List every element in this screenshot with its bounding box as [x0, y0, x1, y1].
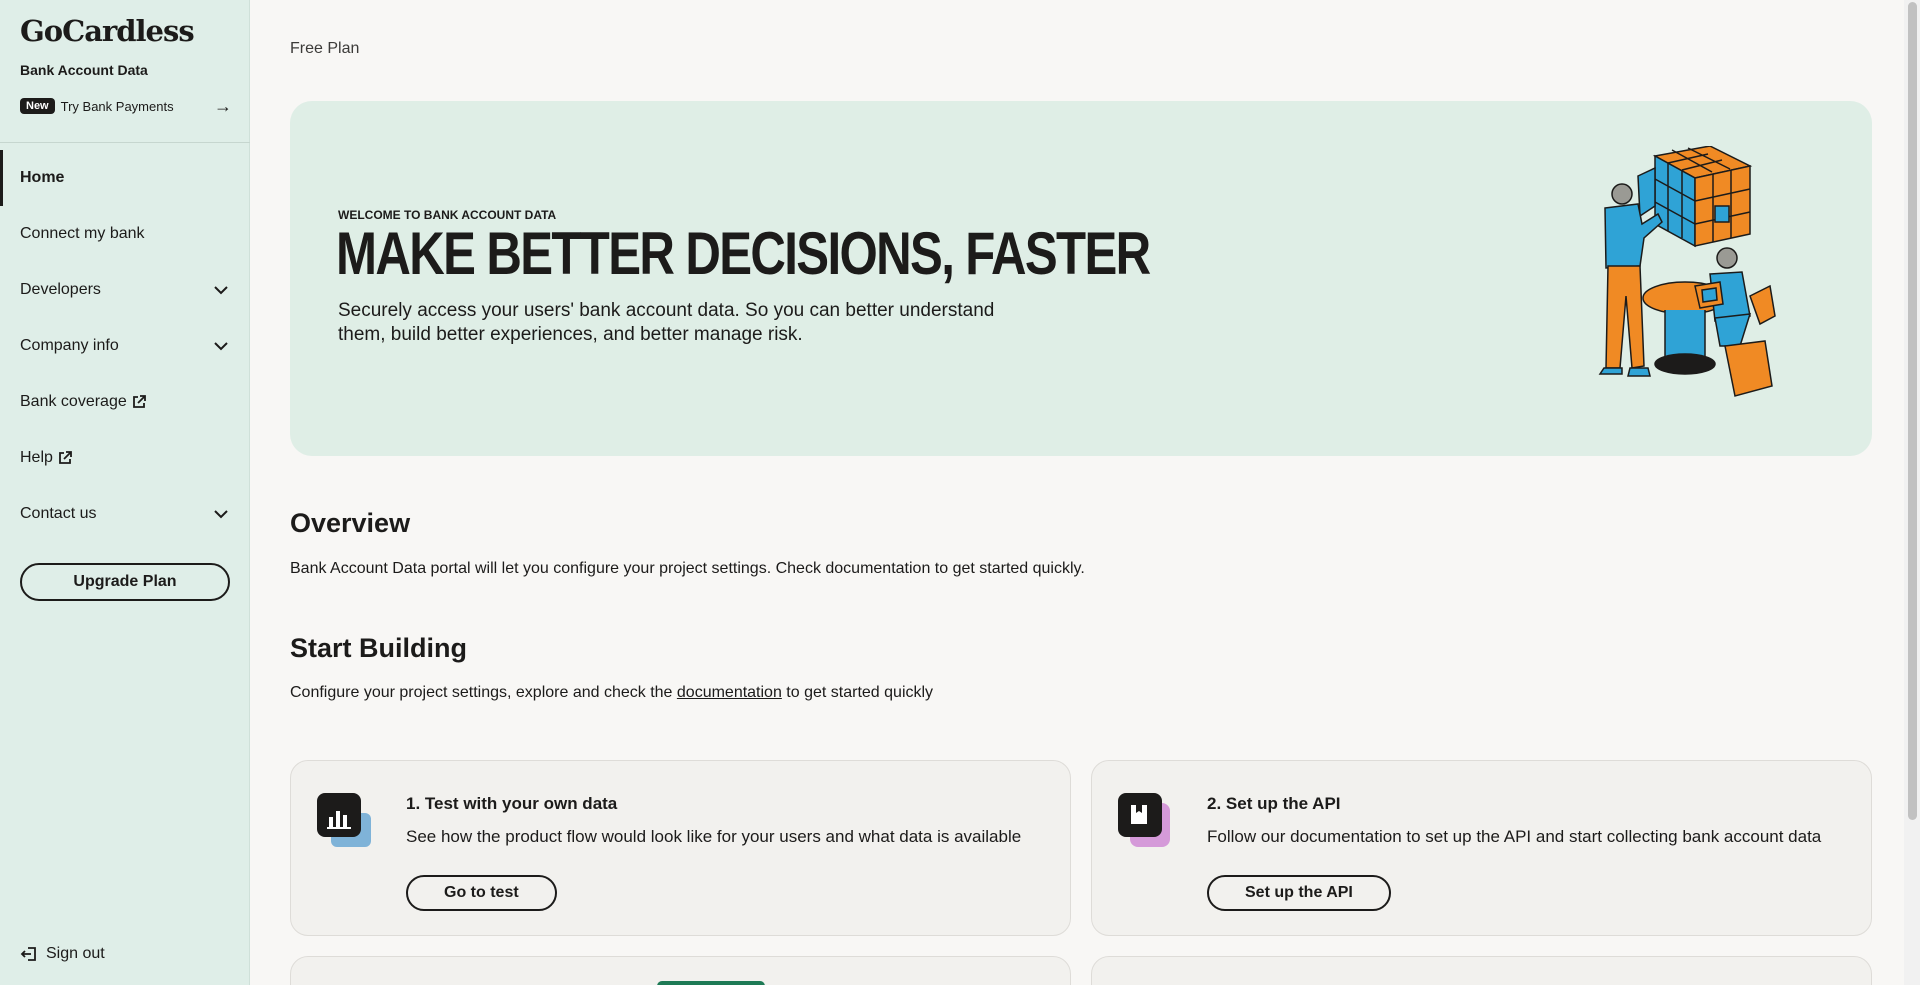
card-title: 1. Test with your own data: [406, 794, 618, 813]
card-description: Follow our documentation to set up the A…: [1207, 827, 1822, 846]
next-card: [1091, 956, 1872, 985]
external-link-icon: [59, 451, 72, 464]
test-data-card: 1. Test with your own data See how the p…: [290, 760, 1071, 936]
try-bank-payments-link[interactable]: New Try Bank Payments →: [20, 96, 232, 116]
sidebar-item-label: Home: [20, 169, 65, 186]
sign-out-button[interactable]: Sign out: [20, 945, 105, 963]
card-description: See how the product flow would look like…: [406, 827, 1022, 846]
arrow-right-icon: →: [214, 96, 232, 116]
sidebar-item-connect-my-bank[interactable]: Connect my bank: [0, 206, 250, 262]
sign-out-label: Sign out: [46, 945, 105, 962]
sidebar-item-developers[interactable]: Developers: [0, 262, 250, 318]
sidebar-divider: [0, 142, 250, 143]
chart-icon: [317, 793, 371, 847]
card-title: 2. Set up the API: [1207, 794, 1341, 813]
external-link-icon: [132, 395, 146, 408]
sidebar-item-home[interactable]: Home: [0, 150, 250, 206]
gocardless-logo[interactable]: GoCardless: [20, 14, 195, 48]
go-to-test-button[interactable]: Go to test: [406, 875, 557, 911]
hero-illustration: [1598, 146, 1776, 397]
sidebar-item-label: Contact us: [20, 505, 97, 522]
sidebar-item-label: Connect my bank: [20, 225, 145, 242]
hero-subtitle: Securely access your users' bank account…: [338, 300, 995, 345]
sidebar-item-label: Help: [20, 449, 53, 466]
status-badge: [657, 981, 765, 985]
sidebar-item-label: Developers: [20, 281, 101, 298]
try-bank-payments-label: Try Bank Payments: [60, 98, 174, 114]
chevron-down-icon: [214, 342, 228, 351]
sidebar-item-help[interactable]: Help: [0, 430, 250, 486]
new-badge: New: [20, 98, 55, 114]
sidebar-item-bank-coverage[interactable]: Bank coverage: [0, 374, 250, 430]
plan-label: Free Plan: [290, 40, 360, 57]
setup-api-card: 2. Set up the API Follow our documentati…: [1091, 760, 1872, 936]
page-scrollbar[interactable]: [1904, 0, 1920, 985]
sidebar-item-contact-us[interactable]: Contact us: [0, 486, 250, 542]
sidebar-item-label: Company info: [20, 337, 119, 354]
book-icon: [1118, 793, 1170, 847]
chevron-down-icon: [214, 510, 228, 519]
start-text-after: to get started quickly: [781, 684, 934, 701]
chevron-down-icon: [214, 286, 228, 295]
start-building-text: Configure your project settings, explore…: [290, 684, 933, 702]
next-card: [290, 956, 1071, 985]
start-building-heading: Start Building: [290, 633, 467, 663]
sidebar-nav: Home Connect my bank Developers Company …: [0, 150, 250, 542]
scrollbar-thumb[interactable]: [1908, 2, 1917, 820]
upgrade-plan-button[interactable]: Upgrade Plan: [20, 563, 230, 601]
overview-text: Bank Account Data portal will let you co…: [290, 560, 1085, 577]
hero-title: MAKE BETTER DECISIONS, FASTER: [336, 220, 1151, 287]
sidebar-item-label: Bank coverage: [20, 393, 127, 410]
start-text-before: Configure your project settings, explore…: [290, 684, 677, 701]
overview-heading: Overview: [290, 508, 411, 538]
sidebar: GoCardless Bank Account Data New Try Ban…: [0, 0, 250, 985]
product-name: Bank Account Data: [20, 62, 148, 78]
sign-out-icon: [20, 947, 36, 961]
documentation-link[interactable]: documentation: [677, 684, 782, 701]
set-up-api-button[interactable]: Set up the API: [1207, 875, 1391, 911]
sidebar-item-company-info[interactable]: Company info: [0, 318, 250, 374]
hero-banner: WELCOME TO BANK ACCOUNT DATA MAKE BETTER…: [290, 101, 1872, 456]
